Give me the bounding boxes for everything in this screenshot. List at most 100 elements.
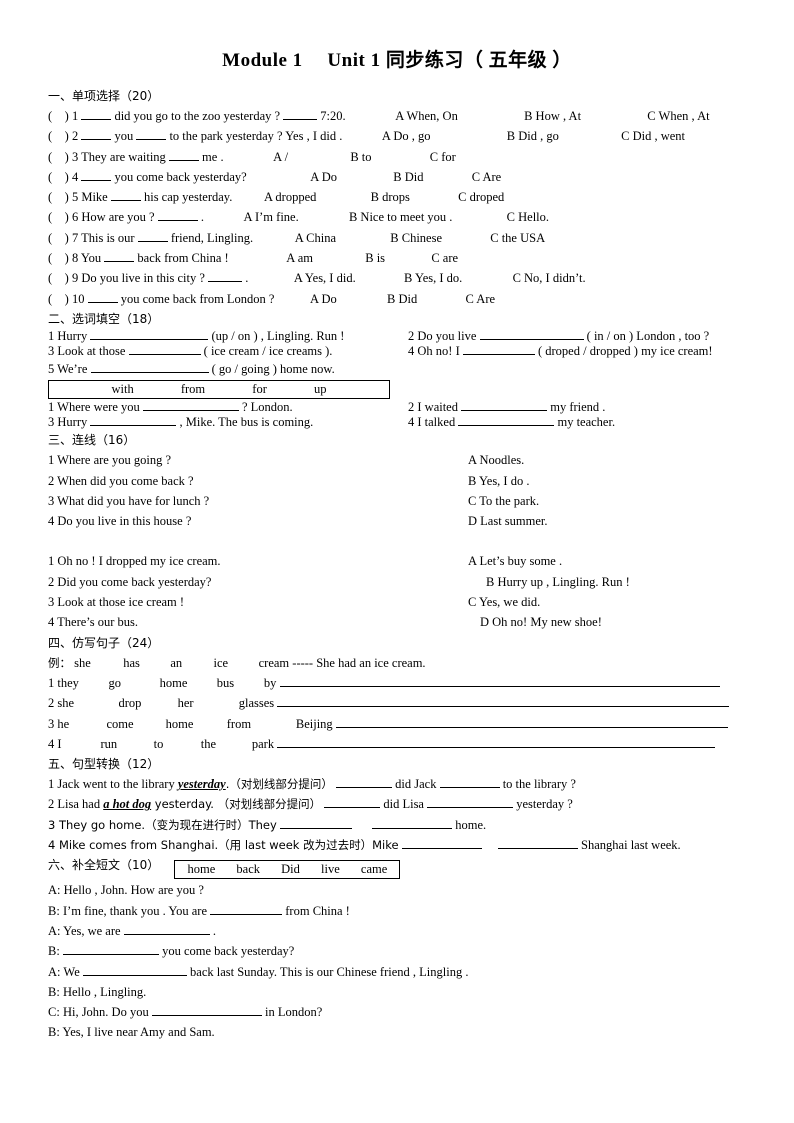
word-bank-item[interactable]: live — [321, 861, 340, 878]
answer-blank[interactable] — [128, 353, 201, 355]
mc-option-a[interactable]: A dropped — [264, 190, 316, 204]
match-question[interactable]: 4 There’s our bus. — [48, 612, 468, 632]
mc-bracket[interactable]: ( ) — [48, 231, 69, 245]
answer-blank[interactable] — [90, 338, 209, 340]
mc-option-a[interactable]: A I’m fine. — [244, 210, 299, 224]
mc-option-b[interactable]: B Yes, I do. — [404, 271, 462, 285]
word-bank-item[interactable]: up — [314, 381, 327, 398]
answer-blank[interactable] — [87, 301, 118, 303]
answer-blank[interactable] — [479, 338, 584, 340]
answer-blank[interactable] — [104, 261, 135, 263]
word-bank-item[interactable]: Did — [281, 861, 300, 878]
word-bank-item[interactable]: for — [252, 381, 267, 398]
answer-line[interactable] — [277, 706, 730, 708]
mc-bracket[interactable]: ( ) — [48, 251, 69, 265]
word-bank-item[interactable]: from — [181, 381, 205, 398]
match-question[interactable]: 4 Do you live in this house ? — [48, 511, 468, 531]
mc-option-c[interactable]: C No, I didn’t. — [513, 271, 586, 285]
mc-option-c[interactable]: C for — [430, 150, 456, 164]
answer-blank[interactable] — [157, 220, 198, 222]
match-answer[interactable]: C To the park. — [468, 491, 748, 511]
mc-option-b[interactable]: B Nice to meet you . — [349, 210, 452, 224]
answer-blank[interactable] — [283, 119, 318, 120]
mc-option-a[interactable]: A am — [286, 251, 313, 265]
match-question[interactable]: 3 What did you have for lunch ? — [48, 491, 468, 511]
mc-bracket[interactable]: ( ) — [48, 129, 69, 143]
match-question[interactable]: 1 Oh no ! I dropped my ice cream. — [48, 551, 468, 571]
mc-bracket[interactable]: ( ) — [48, 271, 69, 285]
mc-option-a[interactable]: A Do , go — [382, 129, 431, 143]
answer-blank[interactable] — [90, 371, 209, 373]
match-answer[interactable]: D Oh no! My new shoe! — [468, 612, 748, 632]
mc-option-c[interactable]: C Did , went — [621, 129, 685, 143]
answer-blank[interactable] — [324, 807, 381, 809]
answer-blank[interactable] — [151, 1015, 262, 1017]
answer-blank[interactable] — [137, 240, 168, 242]
answer-blank[interactable] — [81, 119, 112, 120]
answer-blank[interactable] — [461, 410, 548, 412]
answer-blank[interactable] — [136, 139, 167, 141]
mc-option-c[interactable]: C When , At — [647, 109, 709, 123]
mc-option-a[interactable]: A Do — [310, 170, 337, 184]
answer-blank[interactable] — [462, 353, 535, 355]
mc-bracket[interactable]: ( ) — [48, 109, 69, 123]
mc-option-b[interactable]: B Did — [393, 170, 423, 184]
answer-blank[interactable] — [372, 827, 453, 829]
answer-blank[interactable] — [123, 933, 210, 935]
answer-blank[interactable] — [62, 954, 159, 956]
match-question[interactable]: 3 Look at those ice cream ! — [48, 592, 468, 612]
mc-option-a[interactable]: A China — [295, 231, 336, 245]
match-answer[interactable]: C Yes, we did. — [468, 592, 748, 612]
mc-bracket[interactable]: ( ) — [48, 170, 69, 184]
answer-blank[interactable] — [142, 410, 239, 412]
mc-bracket[interactable]: ( ) — [48, 150, 69, 164]
mc-option-c[interactable]: C the USA — [490, 231, 545, 245]
answer-blank[interactable] — [427, 807, 514, 809]
mc-option-c[interactable]: C Are — [466, 292, 496, 306]
mc-option-b[interactable]: B How , At — [524, 109, 581, 123]
match-answer[interactable]: D Last summer. — [468, 511, 748, 531]
mc-bracket[interactable]: ( ) — [48, 190, 69, 204]
answer-blank[interactable] — [168, 159, 199, 161]
mc-option-a[interactable]: A Do — [310, 292, 337, 306]
match-question[interactable]: 1 Where are you going ? — [48, 450, 468, 470]
mc-option-b[interactable]: B Did , go — [507, 129, 559, 143]
mc-option-c[interactable]: C Hello. — [507, 210, 549, 224]
mc-bracket[interactable]: ( ) — [48, 210, 69, 224]
answer-line[interactable] — [277, 746, 716, 748]
answer-blank[interactable] — [110, 200, 141, 202]
match-question[interactable]: 2 When did you come back ? — [48, 471, 468, 491]
word-bank-item[interactable]: with — [112, 381, 134, 398]
answer-blank[interactable] — [336, 787, 393, 789]
answer-blank[interactable] — [90, 425, 177, 427]
answer-line[interactable] — [335, 726, 728, 728]
match-answer[interactable]: B Yes, I do . — [468, 471, 748, 491]
mc-option-c[interactable]: C Are — [472, 170, 502, 184]
mc-option-c[interactable]: C are — [431, 251, 458, 265]
word-bank-item[interactable]: back — [236, 861, 260, 878]
mc-option-b[interactable]: B Did — [387, 292, 417, 306]
match-answer[interactable]: A Noodles. — [468, 450, 748, 470]
mc-option-b[interactable]: B is — [365, 251, 385, 265]
word-bank-item[interactable]: came — [361, 861, 387, 878]
answer-blank[interactable] — [210, 913, 283, 915]
answer-blank[interactable] — [458, 425, 555, 427]
mc-option-a[interactable]: A When, On — [395, 109, 458, 123]
answer-blank[interactable] — [208, 281, 243, 283]
match-answer[interactable]: A Let’s buy some . — [468, 551, 748, 571]
answer-blank[interactable] — [81, 179, 112, 181]
word-bank-item[interactable]: home — [188, 861, 216, 878]
match-answer[interactable]: B Hurry up , Lingling. Run ! — [468, 572, 748, 592]
mc-option-a[interactable]: A Yes, I did. — [294, 271, 356, 285]
answer-blank[interactable] — [279, 827, 352, 829]
answer-blank[interactable] — [497, 848, 578, 850]
mc-option-b[interactable]: B Chinese — [390, 231, 442, 245]
answer-blank[interactable] — [81, 139, 112, 141]
answer-line[interactable] — [279, 685, 720, 687]
match-question[interactable]: 2 Did you come back yesterday? — [48, 572, 468, 592]
answer-blank[interactable] — [82, 974, 187, 976]
mc-option-a[interactable]: A / — [273, 150, 288, 164]
answer-blank[interactable] — [401, 848, 482, 850]
answer-blank[interactable] — [439, 787, 500, 789]
mc-bracket[interactable]: ( ) — [48, 292, 69, 306]
